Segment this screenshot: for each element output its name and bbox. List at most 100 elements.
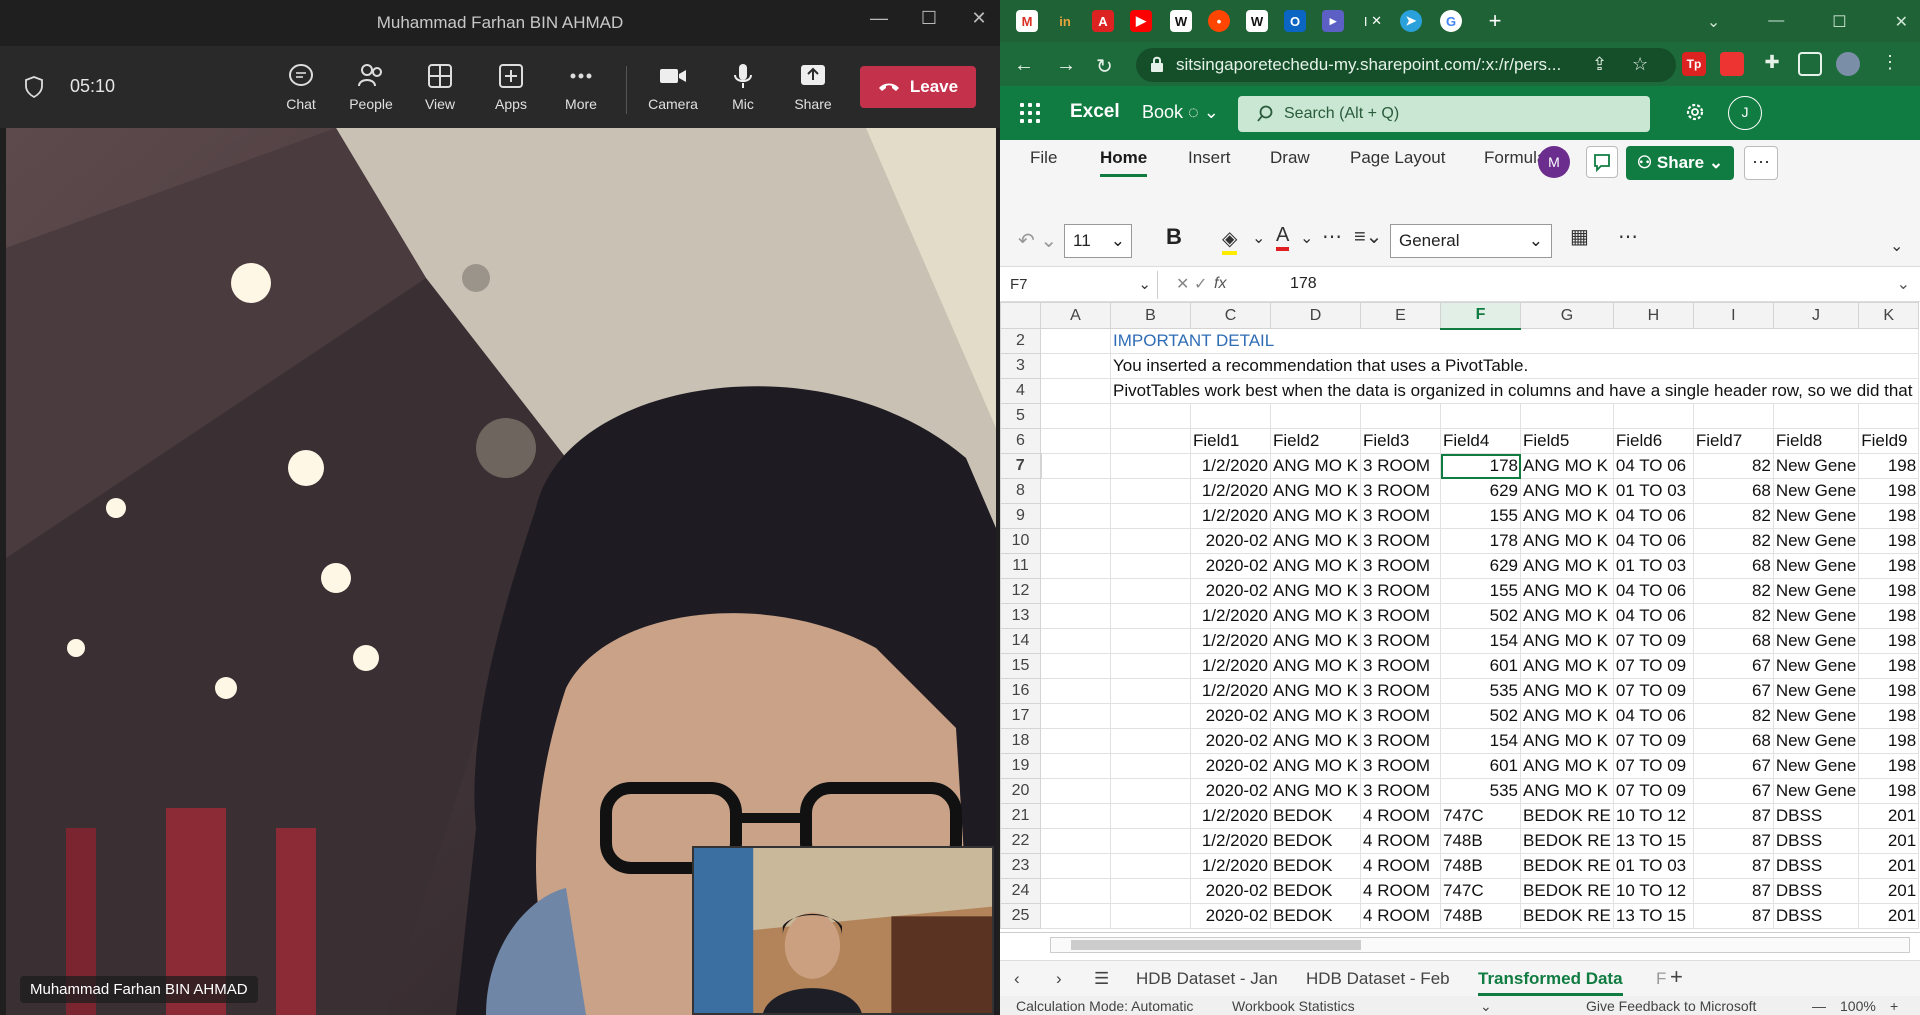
app-launcher-icon[interactable]	[1020, 103, 1040, 123]
reddit-icon[interactable]: •	[1208, 10, 1230, 32]
cell[interactable]: 01 TO 03	[1612, 853, 1694, 879]
cell[interactable]: 2020-02	[1190, 703, 1271, 729]
row-header[interactable]: 3	[1000, 353, 1041, 379]
cell[interactable]: 3 ROOM	[1360, 503, 1442, 529]
in-icon[interactable]: in	[1054, 10, 1076, 32]
function-icon[interactable]: fx	[1214, 275, 1226, 293]
cell[interactable]: New Gene	[1772, 603, 1860, 629]
column-header-e[interactable]: E	[1360, 302, 1442, 329]
cell[interactable]: New Gene	[1772, 653, 1860, 679]
cell[interactable]: ANG MO K	[1520, 753, 1614, 779]
chat-button[interactable]: Chat	[266, 62, 336, 122]
cell[interactable]: ANG MO K	[1269, 628, 1362, 654]
cell[interactable]	[1612, 403, 1694, 429]
cell[interactable]: 87	[1692, 878, 1774, 904]
cell[interactable]: Field4	[1440, 428, 1522, 454]
cell[interactable]: Field8	[1772, 428, 1860, 454]
cell[interactable]: 07 TO 09	[1612, 778, 1694, 804]
cell[interactable]: 535	[1440, 778, 1522, 804]
cell[interactable]: New Gene	[1772, 528, 1860, 554]
cell[interactable]: 82	[1692, 578, 1774, 604]
cell[interactable]: 1/2/2020	[1190, 678, 1271, 704]
cell[interactable]: New Gene	[1772, 753, 1860, 779]
cell[interactable]: 10 TO 12	[1612, 803, 1694, 829]
cell[interactable]	[1040, 703, 1111, 729]
cell[interactable]: BEDOK	[1269, 828, 1362, 854]
cell[interactable]: New Gene	[1772, 628, 1860, 654]
cell[interactable]: BEDOK RE	[1520, 903, 1614, 929]
cell[interactable]: 07 TO 09	[1612, 628, 1694, 654]
font-color-icon[interactable]: A	[1276, 224, 1290, 251]
share-button[interactable]: ⚇ Share ⌄	[1626, 146, 1734, 180]
cell[interactable]: 601	[1440, 653, 1522, 679]
cell[interactable]: 68	[1692, 478, 1774, 504]
font-color-dropdown-icon[interactable]: ⌄	[1300, 228, 1313, 248]
cell[interactable]	[1040, 403, 1111, 429]
cell[interactable]: 201	[1858, 828, 1920, 854]
cell[interactable]: 178	[1440, 453, 1522, 479]
tab-search-icon[interactable]: ⌄	[1707, 12, 1720, 32]
cell[interactable]: 198	[1858, 478, 1920, 504]
cell[interactable]: BEDOK	[1269, 903, 1362, 929]
forward-icon[interactable]: →	[1056, 54, 1076, 77]
cell[interactable]: 1/2/2020	[1190, 478, 1271, 504]
cell[interactable]: 07 TO 09	[1612, 728, 1694, 754]
cell[interactable]: 3 ROOM	[1360, 778, 1442, 804]
cell[interactable]	[1692, 403, 1774, 429]
cell[interactable]: ANG MO K	[1269, 453, 1362, 479]
sheet-tab-jan[interactable]: HDB Dataset - Jan	[1136, 969, 1278, 989]
cell[interactable]	[1040, 328, 1111, 354]
cell[interactable]	[1110, 803, 1191, 829]
cell[interactable]: Field7	[1692, 428, 1774, 454]
cell[interactable]: 1/2/2020	[1190, 603, 1271, 629]
cell[interactable]: 68	[1692, 553, 1774, 579]
cell[interactable]: 67	[1692, 653, 1774, 679]
cell[interactable]: ANG MO K	[1269, 603, 1362, 629]
cell[interactable]: 3 ROOM	[1360, 578, 1442, 604]
youtube-icon[interactable]: ▶	[1130, 10, 1152, 32]
cell[interactable]: 502	[1440, 603, 1522, 629]
cell[interactable]: 198	[1858, 728, 1920, 754]
cell[interactable]: BEDOK	[1269, 853, 1362, 879]
row-header[interactable]: 17	[1000, 703, 1041, 729]
google-icon[interactable]: G	[1440, 10, 1462, 32]
cell[interactable]: 68	[1692, 628, 1774, 654]
cell[interactable]: ANG MO K	[1520, 503, 1614, 529]
cell[interactable]	[1040, 353, 1111, 379]
cell[interactable]: 198	[1858, 753, 1920, 779]
column-header-i[interactable]: I	[1692, 302, 1774, 329]
apps-button[interactable]: Apps	[476, 62, 546, 122]
cell[interactable]: 201	[1858, 803, 1920, 829]
cell[interactable]: BEDOK	[1269, 803, 1362, 829]
app-name[interactable]: Excel	[1070, 101, 1120, 123]
cancel-icon[interactable]: ✕	[1176, 274, 1189, 294]
cell[interactable]: 82	[1692, 453, 1774, 479]
telegram-icon[interactable]: ➤	[1400, 10, 1422, 32]
cell[interactable]	[1040, 753, 1111, 779]
cell[interactable]: 198	[1858, 578, 1920, 604]
cell[interactable]: 82	[1692, 603, 1774, 629]
align-icon[interactable]: ≡⌄	[1354, 224, 1382, 249]
outlook-icon[interactable]: O	[1284, 10, 1306, 32]
cell[interactable]: 87	[1692, 903, 1774, 929]
cell[interactable]: 04 TO 06	[1612, 528, 1694, 554]
share-screen-button[interactable]: Share	[778, 62, 848, 122]
cell[interactable]	[1040, 603, 1111, 629]
sheet-tab-transformed[interactable]: Transformed Data	[1478, 969, 1623, 996]
people-button[interactable]: People	[336, 62, 406, 122]
cell[interactable]: 2020-02	[1190, 578, 1271, 604]
cell[interactable]	[1110, 478, 1191, 504]
cell[interactable]: New Gene	[1772, 678, 1860, 704]
cell[interactable]	[1110, 503, 1191, 529]
cell[interactable]: 2020-02	[1190, 753, 1271, 779]
fill-color-icon[interactable]: ◈	[1222, 226, 1238, 255]
cell[interactable]: 2020-02	[1190, 728, 1271, 754]
cell[interactable]: 178	[1440, 528, 1522, 554]
cell[interactable]	[1110, 678, 1191, 704]
cell[interactable]: 01 TO 03	[1612, 478, 1694, 504]
cell[interactable]: 3 ROOM	[1360, 603, 1442, 629]
cell[interactable]: 198	[1858, 453, 1920, 479]
cell[interactable]: 154	[1440, 628, 1522, 654]
formula-input[interactable]: 178	[1290, 275, 1317, 293]
cell[interactable]: New Gene	[1772, 703, 1860, 729]
